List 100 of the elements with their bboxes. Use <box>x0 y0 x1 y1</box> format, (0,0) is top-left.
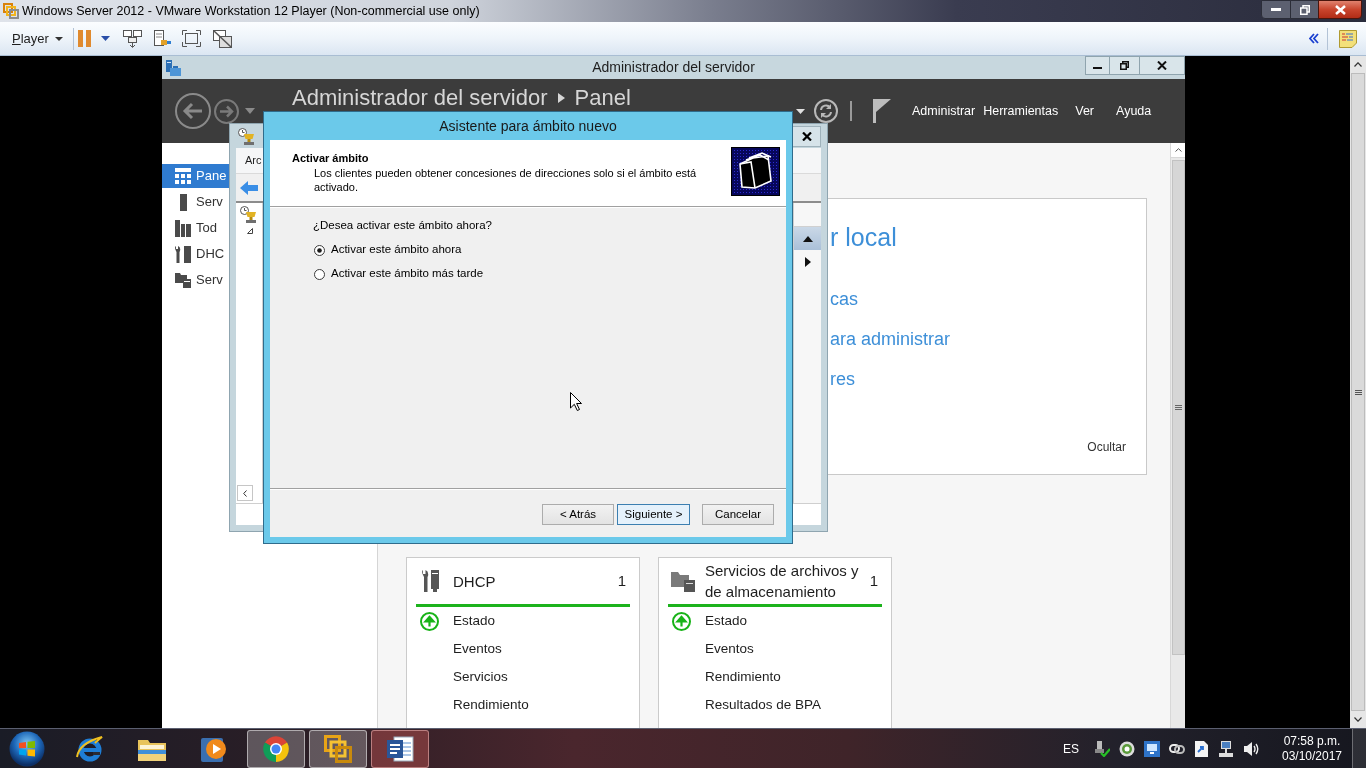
tile-count: 1 <box>617 570 626 591</box>
speaker-icon[interactable] <box>1244 740 1260 757</box>
triangle-expander-icon[interactable] <box>247 228 253 234</box>
close-button[interactable] <box>792 125 821 147</box>
taskbar-button[interactable] <box>371 729 429 768</box>
wrench-server-icon <box>175 245 191 263</box>
note-icon[interactable] <box>1339 29 1357 48</box>
mouse-pointer-icon <box>570 392 582 411</box>
grip-icon <box>1174 405 1182 410</box>
close-icon <box>1157 61 1167 70</box>
tile-link[interactable]: Eventos <box>453 638 502 660</box>
caret-icon[interactable] <box>796 108 805 114</box>
scroll-up-button[interactable] <box>1171 143 1185 158</box>
tile-link[interactable]: Resultados de BPA <box>705 694 822 716</box>
close-button[interactable] <box>1139 56 1185 75</box>
dialog-button[interactable]: Siguiente > <box>617 504 690 525</box>
scroll-left-button[interactable] <box>237 485 253 501</box>
clock-time[interactable]: 07:58 p.m. <box>1283 733 1341 749</box>
tile-count: 1 <box>869 570 878 591</box>
chevron-down-icon <box>1354 717 1362 722</box>
server-icon <box>179 193 187 211</box>
close-icon <box>801 131 812 141</box>
computer-arrow-icon[interactable] <box>122 29 142 48</box>
sidebar-item[interactable]: DHC <box>162 242 229 266</box>
sidebar-item[interactable]: Pane <box>162 164 229 188</box>
tile-title[interactable]: Servicios de archivos y de almacenamiento <box>705 560 867 602</box>
cup-icon[interactable] <box>240 206 256 223</box>
tile-link[interactable]: Estado <box>705 610 748 632</box>
usb-check-icon[interactable] <box>1094 740 1110 757</box>
scrollbar-thumb[interactable] <box>1171 160 1185 655</box>
wrench-server-icon <box>422 570 439 592</box>
monitor-icon[interactable] <box>1144 740 1160 757</box>
dialog-button[interactable]: Cancelar <box>702 504 774 525</box>
device-plug-icon[interactable] <box>153 29 171 48</box>
show-desktop-button[interactable] <box>1352 729 1366 768</box>
menu-item[interactable]: Herramientas <box>983 101 1059 121</box>
dialog-button[interactable]: < Atrás <box>542 504 614 525</box>
document-icon <box>386 734 414 763</box>
menu-item[interactable]: Ver <box>1075 101 1094 121</box>
windows-crossed-icon[interactable] <box>212 29 232 48</box>
chevron-right-icon <box>557 93 565 103</box>
caret-icon[interactable] <box>100 36 110 41</box>
close-button[interactable] <box>1318 0 1362 19</box>
sidebar-item[interactable]: Serv <box>162 268 229 292</box>
double-chevron-left-icon[interactable] <box>1309 33 1319 44</box>
sidebar-item[interactable]: Serv <box>162 190 229 214</box>
player-menu[interactable]: Player <box>8 26 67 51</box>
minimize-button[interactable] <box>1085 56 1110 75</box>
refresh-icon[interactable] <box>814 99 838 123</box>
minimize-icon <box>1271 8 1281 11</box>
welcome-link[interactable]: res <box>830 367 855 391</box>
grid-icon <box>175 168 191 184</box>
radio-button[interactable] <box>314 268 325 280</box>
welcome-link[interactable]: ara administrar <box>830 327 951 351</box>
tile-link[interactable]: Rendimiento <box>705 666 781 688</box>
servers-icon <box>175 219 191 237</box>
page-arrow-icon[interactable] <box>1194 740 1210 757</box>
tile-title[interactable]: DHCP <box>453 570 615 592</box>
back-icon[interactable] <box>175 93 211 129</box>
tile-link[interactable]: Servicios <box>453 666 508 688</box>
radio-option[interactable]: Activar este ámbito ahora <box>314 238 462 262</box>
restore-button[interactable] <box>1110 56 1139 75</box>
triangle-right-icon[interactable] <box>804 257 811 267</box>
fullscreen-icon[interactable] <box>181 30 201 47</box>
welcome-link[interactable]: cas <box>830 287 858 311</box>
wizard-description: Los clientes pueden obtener concesiones de direcciones solo si el ámbito está activado. <box>314 166 698 194</box>
close-icon <box>1334 4 1346 15</box>
tile-link[interactable]: Eventos <box>705 638 754 660</box>
start-orb-icon[interactable] <box>9 730 45 767</box>
restore-button[interactable] <box>1291 0 1318 19</box>
flag-icon[interactable] <box>873 99 891 123</box>
network-icon[interactable] <box>1219 740 1235 757</box>
scrollbar[interactable] <box>1170 143 1185 728</box>
caret-icon <box>54 36 63 41</box>
clock-date[interactable]: 03/10/2017 <box>1281 748 1343 764</box>
forward-icon[interactable] <box>214 98 239 124</box>
minimize-button[interactable] <box>1261 0 1291 19</box>
folder-server-icon <box>671 570 695 592</box>
breadcrumb-item[interactable]: Administrador del servidor <box>292 86 548 110</box>
actions-header[interactable] <box>794 227 821 250</box>
squares-logo-icon <box>324 734 352 763</box>
radio-option[interactable]: Activar este ámbito más tarde <box>314 262 484 286</box>
language-indicator[interactable]: ES <box>1063 739 1079 758</box>
scrollbar[interactable] <box>1350 56 1366 728</box>
restore-icon <box>1120 61 1129 70</box>
tile-link[interactable]: Rendimiento <box>453 694 529 716</box>
window-title: Windows Server 2012 - VMware Workstation 12 Player (Non-commercial use only) <box>22 2 480 20</box>
scrollbar-thumb[interactable] <box>1351 73 1365 711</box>
menu-item[interactable]: Administrar <box>912 101 976 121</box>
radio-button[interactable] <box>314 244 325 256</box>
back-arrow-icon[interactable] <box>240 180 258 195</box>
menu-item[interactable]: Arc <box>245 152 262 169</box>
breadcrumb-item[interactable]: Panel <box>574 86 631 110</box>
server-toolbox-icon <box>166 59 181 76</box>
play-icon <box>201 735 227 762</box>
gauge-icon[interactable] <box>1119 740 1135 757</box>
tile-link[interactable]: Estado <box>453 610 496 632</box>
hide-link[interactable]: Ocultar <box>1087 439 1126 455</box>
menu-item[interactable]: Ayuda <box>1116 101 1152 121</box>
sidebar-item[interactable]: Tod <box>162 216 229 240</box>
